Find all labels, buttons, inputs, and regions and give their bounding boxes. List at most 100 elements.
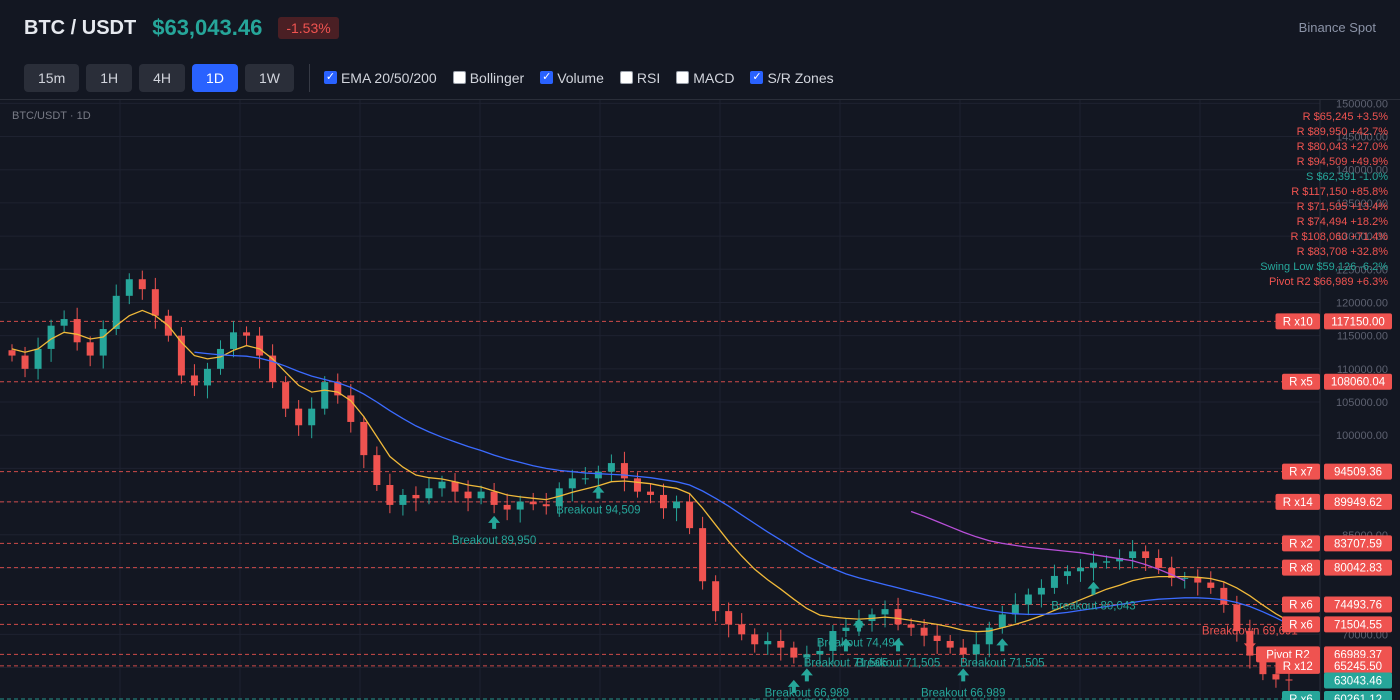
indicator-rsi-toggle[interactable]: RSI [619,69,661,86]
candle-body [725,611,733,625]
candle-body [99,329,107,356]
indicator-ema-toggle[interactable]: ✓ EMA 20/50/200 [323,69,437,86]
breakout-annotation: Breakout 66,989 [765,687,849,699]
candle-body [34,348,42,369]
candle-body [712,581,720,612]
breakout-arrow-icon [592,485,605,499]
checkbox-unchecked-icon[interactable] [619,71,633,84]
timeframe-4h-button[interactable]: 4H [139,63,186,92]
candle-body [138,279,146,290]
candle-body [594,471,602,479]
indicator-label: S/R Zones [767,69,834,86]
candle-body [1090,562,1098,568]
candle-body [60,319,68,326]
candle-body [972,644,980,655]
sr-tag-label: R x12 [1283,661,1313,673]
checkbox-checked-icon[interactable]: ✓ [323,71,337,84]
candle-body [21,355,29,369]
indicator-macd-toggle[interactable]: MACD [676,70,734,86]
candle-body [1272,674,1280,680]
breakout-annotation: Breakout 71,505 [804,657,888,669]
checkbox-unchecked-icon[interactable] [452,71,466,84]
sr-tag-label: R x10 [1283,316,1313,328]
sr-price-label: 63043.46 [1334,676,1382,688]
indicator-volume-toggle[interactable]: ✓ Volume [540,70,604,86]
candle-body [1155,558,1163,568]
sr-summary-label: R $83,708 +32.8% [1297,246,1389,258]
sr-summary-label: Pivot R2 $66,989 +6.3% [1269,276,1388,288]
candle-body [894,609,902,625]
checkbox-checked-icon[interactable]: ✓ [540,71,554,84]
timeframe-1h-button[interactable]: 1H [86,63,133,92]
timeframe-1d-button[interactable]: 1D [192,63,238,92]
timeframe-1w-button[interactable]: 1W [244,63,294,92]
candle-body [73,319,81,343]
indicator-label: MACD [693,69,735,86]
sr-tag-label: R x6 [1289,619,1313,631]
sr-tag-label: R x7 [1289,467,1313,479]
candle-body [1207,582,1215,588]
candle-body [933,635,941,641]
candle-body [673,501,681,509]
candle-body [373,455,381,485]
breakout-annotation: Breakout 71,505 [960,657,1044,669]
candle-body [751,634,759,645]
sr-tag-label: R x14 [1283,497,1314,509]
candle-body [946,640,954,648]
y-tick-label: 120000.00 [1336,297,1388,309]
price-chart[interactable]: 150000.00145000.00140000.00135000.001300… [0,100,1400,700]
candle-body [8,350,16,356]
indicator-label: Bollinger [469,69,525,86]
breakout-annotation: Breakout 94,509 [556,505,640,517]
candle-body [686,501,694,529]
sr-summary-label: R $74,494 +18.2% [1297,216,1389,228]
chart-toolbar: 15m 1H 4H 1D 1W ✓ EMA 20/50/200 Bollinger… [0,56,1400,100]
ema-line [910,510,1185,582]
breakout-arrow-icon [800,668,813,682]
candle-body [633,478,641,492]
candle-body [646,491,654,495]
candle-body [295,408,303,426]
indicator-sr-zones-toggle[interactable]: ✓ S/R Zones [750,69,834,86]
candle-body [959,647,967,655]
sr-summary-label: R $117,150 +85.8% [1291,186,1388,198]
exchange-label: Binance Spot [1298,20,1376,35]
candle-body [842,627,850,632]
sr-price-label: 83707.59 [1334,538,1382,550]
candle-body [660,494,668,509]
breakout-annotation: Breakout 66,989 [921,687,1005,699]
candle-body [360,421,368,456]
y-tick-label: 115000.00 [1337,331,1388,343]
sr-price-label: 80042.83 [1334,563,1382,575]
candle-body [998,614,1006,628]
indicator-label: Volume [557,69,604,86]
sr-summary-label: R $71,505 +13.4% [1297,201,1389,213]
candle-body [907,624,915,628]
sr-price-label: 65245.50 [1334,661,1382,673]
candle-body [620,463,628,479]
checkbox-unchecked-icon[interactable] [676,71,690,84]
candle-body [308,408,316,426]
sr-price-label: 89949.62 [1334,497,1382,509]
breakout-annotation: Breakout 74,494 [817,638,902,650]
candle-body [386,484,394,505]
sr-summary-label: R $108,060 +71.4% [1290,231,1388,243]
candle-body [516,501,524,510]
candle-body [1194,577,1202,583]
candle-body [243,332,251,336]
candle-body [542,504,550,507]
indicator-bollinger-toggle[interactable]: Bollinger [452,69,525,86]
candle-body [568,478,576,489]
candle-body [230,332,238,349]
candle-body [699,528,707,582]
pair-name: BTC / USDT [24,16,137,39]
indicator-label: EMA 20/50/200 [340,69,437,86]
sr-price-label: 94509.36 [1334,467,1382,479]
candle-body [607,463,615,472]
indicator-label: RSI [636,69,661,86]
sr-tag-label: R x5 [1289,377,1313,389]
candle-body [1050,575,1058,588]
checkbox-checked-icon[interactable]: ✓ [750,71,764,84]
candle-body [151,289,159,316]
timeframe-15m-button[interactable]: 15m [24,63,80,92]
